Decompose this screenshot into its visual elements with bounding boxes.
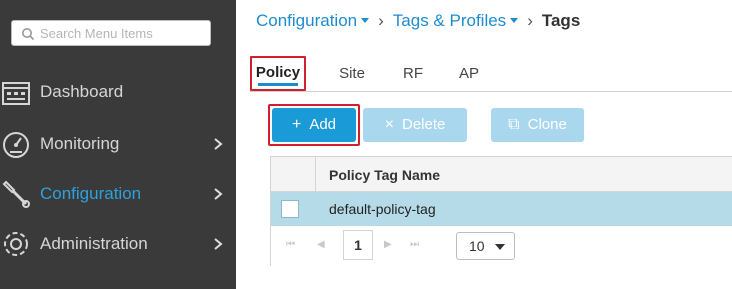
breadcrumb-separator-icon: › [378,11,384,30]
grid-header: Policy Tag Name [271,157,732,192]
column-divider [315,157,316,192]
tab-policy[interactable]: Policy [250,56,306,91]
page-size-select[interactable]: 10 [456,232,515,260]
next-page-icon[interactable]: ▶ [384,239,392,250]
plus-icon: + [291,116,302,133]
row-checkbox[interactable] [281,200,299,218]
tab-rf[interactable]: RF [398,56,428,91]
breadcrumb-tags-profiles[interactable]: Tags & Profiles [393,11,506,30]
configuration-wrench-icon [2,180,30,208]
add-button[interactable]: + Add [272,108,356,142]
sidebar-item-administration[interactable]: Administration [0,224,236,264]
clone-button-label: Clone [527,116,567,133]
breadcrumb-separator-icon: › [527,11,533,30]
dropdown-caret-icon[interactable] [361,17,370,23]
dropdown-caret-icon[interactable] [510,17,519,23]
sidebar-item-monitoring[interactable]: Monitoring [0,124,236,164]
tab-site[interactable]: Site [332,56,372,91]
last-page-icon[interactable]: ⏭ [410,239,419,250]
sidebar-item-label: Monitoring [40,134,120,153]
search-menu-input[interactable] [40,24,206,42]
policy-tag-grid: Policy Tag Name default-policy-tag ⏮ ◀ 1… [270,156,732,266]
copy-icon: ⧉ [508,116,520,133]
chevron-right-icon [214,238,223,250]
sidebar-item-dashboard[interactable]: Dashboard [0,72,236,112]
first-page-icon[interactable]: ⏮ [286,239,295,250]
previous-page-icon[interactable]: ◀ [317,239,325,250]
column-header-policy-tag-name[interactable]: Policy Tag Name [329,167,440,183]
chevron-right-icon [214,188,223,200]
page-size-value: 10 [469,238,485,254]
tab-bar: Policy Site RF AP [250,56,732,92]
tab-label: Policy [255,64,301,81]
administration-gear-icon [4,232,28,256]
breadcrumb: Configuration › Tags & Profiles › Tags [256,11,580,35]
monitoring-gauge-icon [3,132,29,158]
policy-tag-name-cell[interactable]: default-policy-tag [329,201,436,217]
sidebar-item-label: Configuration [40,184,142,203]
tab-ap[interactable]: AP [454,56,484,91]
search-icon [22,28,35,41]
delete-button[interactable]: × Delete [363,108,467,142]
chevron-down-icon [495,244,505,250]
tab-label: Site [339,65,365,82]
clone-button[interactable]: ⧉ Clone [491,108,584,142]
sidebar-item-configuration[interactable]: Configuration [0,174,236,214]
current-page-number: 1 [343,230,373,260]
sidebar-item-label: Dashboard [40,82,124,101]
pagination-bar: ⏮ ◀ 1 ▶ ⏭ 10 [271,226,732,266]
sidebar-item-label: Administration [40,234,148,253]
tab-label: RF [403,65,423,82]
sidebar: Dashboard Monitoring Configuration Admin [0,0,236,289]
close-icon: × [384,116,394,133]
search-menu-box[interactable] [11,20,211,46]
add-button-label: Add [309,116,337,133]
delete-button-label: Delete [401,116,446,133]
active-tab-indicator [258,83,298,86]
table-row[interactable]: default-policy-tag [271,192,732,226]
dashboard-icon [2,82,30,105]
tab-label: AP [458,65,479,82]
chevron-right-icon [214,138,223,150]
page-title: Tags [541,11,581,30]
breadcrumb-configuration[interactable]: Configuration [256,11,357,30]
